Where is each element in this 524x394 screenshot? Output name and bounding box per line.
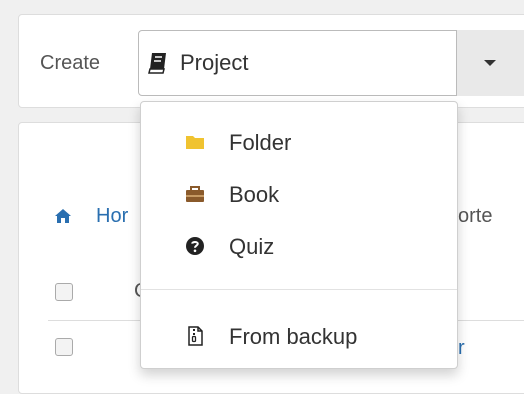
folder-icon [186,136,204,149]
menu-item-label: Folder [229,130,292,155]
select-all-checkbox[interactable] [55,283,73,301]
question-circle-icon [186,237,204,255]
home-link[interactable]: Hor [96,205,128,228]
column-header-partial: orte [458,205,493,227]
menu-item-label: Quiz [229,234,275,259]
archive-file-icon [188,326,203,346]
row-link-partial[interactable]: r [458,337,465,360]
menu-divider [141,289,457,290]
menu-item-from-backup[interactable]: From backup [141,316,457,358]
home-icon [55,209,71,223]
book-icon [148,53,166,74]
menu-item-folder[interactable]: Folder [141,122,457,164]
breadcrumb-home[interactable]: Hor [54,204,144,230]
dropdown-toggle-button[interactable] [456,30,524,96]
menu-item-label: From backup [229,324,358,349]
create-dropdown-menu: Folder Book Quiz From backup [140,101,458,369]
row-checkbox[interactable] [55,338,73,356]
menu-item-label: Book [229,182,280,207]
selected-type[interactable]: Project [180,50,248,76]
menu-item-quiz[interactable]: Quiz [141,226,457,268]
menu-item-book[interactable]: Book [141,174,457,216]
caret-down-icon [484,60,496,66]
briefcase-icon [186,186,204,202]
create-label: Create [40,52,101,74]
